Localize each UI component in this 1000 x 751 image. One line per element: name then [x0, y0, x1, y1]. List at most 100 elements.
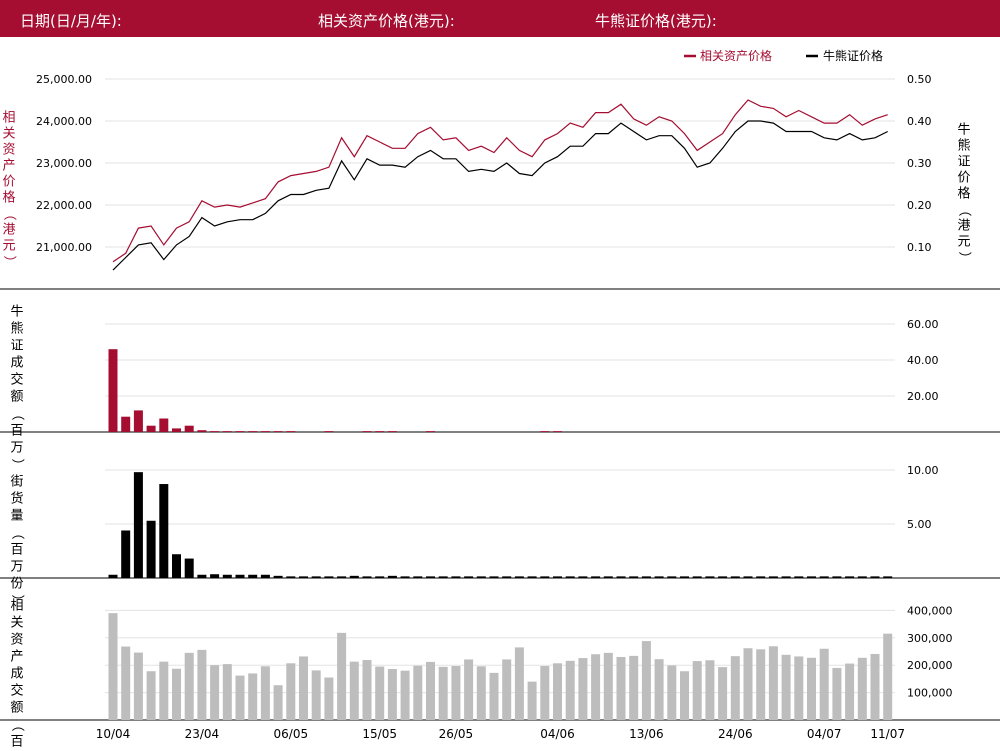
cbbc-turnover-y-axis-label: 证 — [10, 339, 23, 354]
cbbc-turnover-bar — [387, 431, 397, 432]
outstanding-quantity-bar — [857, 576, 867, 578]
y-tick-left: 21,000.00 — [36, 241, 92, 254]
cbbc-turnover-bar — [222, 431, 232, 432]
cbbc-turnover-bar — [248, 431, 258, 432]
cbbc-turnover-bar — [184, 425, 194, 432]
asset-turnover-bar — [222, 664, 232, 720]
asset-turnover-bar — [578, 658, 588, 720]
asset-turnover-bar — [235, 675, 245, 720]
asset-turnover-y-axis-label: （ — [10, 718, 25, 731]
asset-turnover-bar — [400, 670, 410, 720]
outstanding-quantity-bar — [883, 576, 893, 578]
asset-turnover-bar — [210, 665, 220, 720]
outstanding-quantity-bar — [680, 576, 689, 578]
outstanding-quantity-y-tick: 10.00 — [907, 464, 939, 477]
cbbc-turnover-y-axis-label: 万 — [10, 441, 23, 456]
cbbc-turnover-bar — [121, 416, 131, 432]
outstanding-quantity-y-axis-label: 街 — [10, 475, 23, 490]
asset-turnover-bar — [286, 663, 296, 720]
asset-turnover-bar — [857, 657, 867, 720]
y-axis-label-right: （ — [957, 203, 972, 216]
cbbc-turnover-y-tick: 20.00 — [907, 390, 939, 403]
cbbc-turnover-y-axis-label: 熊 — [10, 321, 23, 337]
outstanding-quantity-bar — [299, 576, 308, 578]
outstanding-quantity-bar — [514, 576, 524, 578]
outstanding-quantity-bar — [743, 576, 753, 578]
legend-label-cbbc: 牛熊证价格 — [823, 48, 883, 63]
x-tick-label: 04/07 — [807, 727, 842, 741]
asset-turnover-bar — [692, 661, 702, 720]
asset-turnover-bar — [273, 685, 283, 720]
cbbc-turnover-bar — [197, 430, 207, 432]
underlying-price-label: 相关资产价格(港元): — [318, 12, 455, 30]
asset-turnover-bar — [311, 670, 321, 720]
outstanding-quantity-bar — [311, 576, 321, 578]
outstanding-quantity-bar — [756, 576, 766, 578]
outstanding-quantity-bar — [184, 558, 194, 578]
x-tick-label: 24/06 — [718, 727, 753, 741]
cbbc-turnover-bar — [159, 418, 169, 432]
asset-turnover-bar — [883, 633, 893, 720]
asset-turnover-bar — [641, 641, 651, 720]
asset-turnover-bar — [337, 632, 347, 720]
y-tick-right: 0.40 — [907, 115, 932, 128]
asset-turnover-bar — [108, 613, 118, 720]
outstanding-quantity-bar — [260, 574, 270, 578]
outstanding-quantity-bar — [362, 576, 372, 578]
outstanding-quantity-bar — [337, 576, 347, 578]
asset-turnover-bar — [426, 661, 435, 720]
y-axis-label-right: ） — [957, 251, 972, 264]
cbbc-turnover-y-axis-label: 百 — [10, 424, 23, 439]
outstanding-quantity-bar — [578, 576, 588, 578]
outstanding-quantity-bar — [121, 530, 131, 578]
cbbc-turnover-bar — [324, 431, 334, 432]
outstanding-quantity-bar — [133, 472, 143, 578]
y-axis-label-left: ） — [2, 255, 17, 268]
cbbc-turnover-y-tick: 40.00 — [907, 354, 939, 367]
cbbc-turnover-bar — [235, 431, 245, 432]
asset-turnover-bar — [807, 657, 816, 720]
outstanding-quantity-y-axis-label: 万 — [10, 560, 23, 575]
asset-turnover-bar — [718, 667, 728, 720]
asset-turnover-bar — [870, 653, 880, 720]
asset-turnover-y-axis-label: 百 — [10, 735, 23, 750]
y-axis-label-right: 证 — [957, 155, 970, 170]
outstanding-quantity-y-axis-label: 货 — [10, 491, 23, 507]
y-tick-right: 0.20 — [907, 199, 932, 212]
x-tick-label: 10/04 — [96, 727, 131, 741]
outstanding-quantity-bar — [286, 576, 296, 578]
y-axis-label-left: 产 — [2, 159, 15, 174]
y-axis-label-left: 港 — [2, 223, 15, 238]
asset-turnover-bar — [667, 665, 677, 720]
outstanding-quantity-bar — [553, 576, 562, 578]
outstanding-quantity-bar — [705, 576, 715, 578]
outstanding-quantity-bar — [603, 576, 613, 578]
asset-turnover-bar — [172, 668, 181, 720]
asset-turnover-bar — [362, 659, 372, 720]
asset-turnover-bar — [540, 666, 550, 720]
outstanding-quantity-bar — [426, 576, 435, 578]
asset-turnover-bar — [464, 659, 474, 720]
asset-turnover-bar — [502, 659, 512, 720]
asset-turnover-bar — [413, 665, 423, 720]
y-axis-label-right: 价 — [957, 171, 970, 186]
asset-turnover-bar — [299, 656, 308, 720]
date-label: 日期(日/月/年): — [20, 12, 122, 30]
outstanding-quantity-bar — [235, 574, 245, 578]
cbbc-price-label: 牛熊证价格(港元): — [595, 12, 717, 30]
asset-turnover-bar — [756, 649, 766, 720]
asset-turnover-bar — [159, 661, 169, 720]
outstanding-quantity-y-axis-label: （ — [10, 526, 25, 539]
asset-turnover-bar — [476, 666, 486, 720]
cbbc-price-line — [112, 120, 888, 271]
asset-turnover-bar — [133, 652, 143, 720]
asset-turnover-bar — [680, 671, 689, 720]
y-axis-label-right: 港 — [957, 219, 970, 234]
cbbc-turnover-bar — [362, 431, 372, 432]
y-tick-right: 0.50 — [907, 73, 932, 86]
y-axis-label-left: 价 — [2, 175, 15, 190]
cbbc-turnover-y-axis-label: 额 — [10, 390, 23, 405]
asset-turnover-y-axis-label: 相 — [10, 599, 23, 614]
cbbc-turnover-y-axis-label: 交 — [10, 372, 23, 388]
y-axis-label-right: 牛 — [957, 123, 970, 138]
